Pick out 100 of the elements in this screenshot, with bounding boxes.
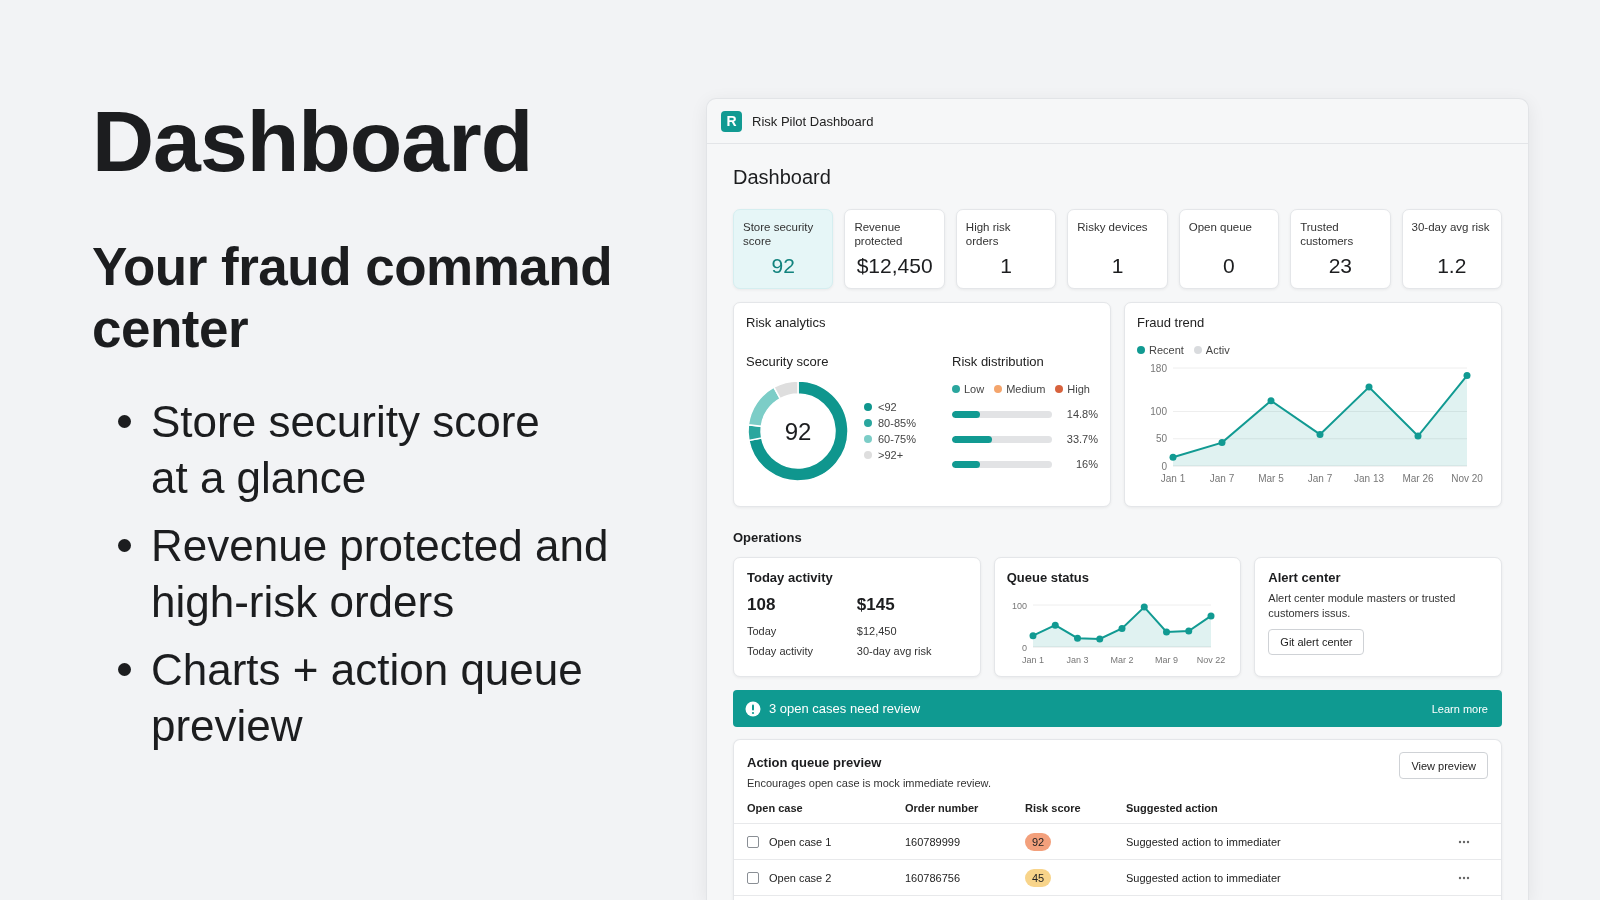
card-title: Today activity: [747, 570, 834, 585]
axis-label: 100: [1011, 600, 1027, 611]
axis-label: Mar 9: [1154, 655, 1178, 665]
alert-text: Alert center module masters or trusted customers issus.: [1268, 591, 1457, 621]
app-logo: R: [721, 110, 742, 132]
axis-label: Jan 1: [1160, 473, 1186, 484]
table-cell-text: Suggested action to immediater: [1126, 835, 1282, 848]
axis-label: Jan 7: [1209, 473, 1235, 484]
card-subtitle: Encourages open case is mock immediate review.: [747, 777, 991, 789]
kpi-label: Open queue: [1188, 220, 1253, 235]
table-cell: Open case 2: [769, 871, 832, 884]
axis-label: 0: [1161, 460, 1167, 472]
table-cell-text: Suggested action to immediater: [1126, 871, 1282, 884]
legend-label: High: [1067, 383, 1090, 395]
card-title: Action queue preview: [747, 755, 883, 770]
data-point: [1365, 383, 1373, 391]
kpi-label: Trusted customers: [1300, 220, 1355, 248]
axis-label: Jan 13: [1354, 473, 1384, 484]
card-title: Risk analytics: [746, 315, 827, 330]
row-checkbox[interactable]: [747, 835, 759, 848]
data-point: [1162, 628, 1170, 636]
view-preview-button[interactable]: View preview: [1399, 752, 1488, 779]
card-title: Alert center: [1268, 570, 1342, 585]
kpi-value: 1: [999, 254, 1013, 278]
axis-label: 0: [1021, 642, 1027, 653]
data-point: [1267, 397, 1275, 405]
legend-label: 60-75%: [878, 433, 916, 445]
score-value: 92: [784, 418, 812, 445]
slide-title: Dashboard: [92, 98, 534, 184]
bar-reading: 16%: [1074, 458, 1098, 470]
data-point: [1463, 372, 1471, 380]
stat-label: Today: [747, 624, 778, 639]
section-title: Risk distribution: [952, 354, 1045, 369]
axis-label: Jan 7: [1307, 473, 1333, 484]
table-cell-text: 160789999: [905, 835, 962, 848]
card-title: Queue status: [1006, 570, 1090, 585]
column-header: Order number: [905, 802, 980, 814]
table-cell: Open case 1: [769, 835, 832, 848]
stat-value: $145: [856, 595, 896, 615]
more-icon: [1458, 875, 1470, 880]
row-checkbox[interactable]: [747, 871, 759, 884]
data-point: [1140, 603, 1148, 611]
legend-label: Low: [964, 383, 985, 395]
data-point: [1029, 632, 1037, 640]
legend-label: Activ: [1205, 344, 1230, 356]
window-title: Risk Pilot Dashboard: [752, 113, 874, 129]
slide-subtitle: Your fraud command center: [92, 236, 614, 360]
axis-label: 180: [1150, 362, 1167, 374]
kpi-value: 1: [1110, 254, 1125, 278]
kpi-value: 0: [1222, 254, 1236, 278]
axis-label: Mar 5: [1258, 473, 1284, 484]
section-title: Security score: [746, 354, 830, 369]
stat-label: Today activity: [747, 644, 815, 659]
bar-reading: 33.7%: [1065, 433, 1098, 445]
kpi-value: 1.2: [1436, 254, 1468, 278]
alert-icon: [745, 700, 761, 717]
bullet-text: Charts + action queue preview: [151, 644, 583, 752]
kpi-label: 30-day avg risk: [1411, 220, 1491, 235]
risk-score-badge: 92: [1025, 832, 1052, 851]
kpi-label: High risk orders: [965, 220, 1012, 248]
kpi-value: 92: [770, 254, 796, 278]
bullet-icon: [118, 539, 131, 552]
kpi-value: 23: [1327, 254, 1354, 278]
column-header: Suggested action: [1126, 802, 1219, 814]
bullet-icon: [118, 663, 131, 676]
data-point: [1207, 612, 1215, 620]
data-point: [1218, 439, 1226, 447]
column-header: Open case: [747, 802, 804, 814]
page-heading: Dashboard: [733, 166, 832, 189]
bullet-text: Store security score at a glance: [151, 396, 540, 504]
axis-label: Mar 26: [1402, 473, 1434, 484]
legend-label: <92: [878, 401, 897, 413]
axis-label: Jan 1: [1021, 655, 1044, 665]
axis-label: Mar 2: [1110, 655, 1134, 665]
data-point: [1169, 453, 1177, 461]
axis-label: 50: [1155, 433, 1167, 445]
kpi-label: Store security score: [743, 220, 815, 248]
table-cell-text: 160786756: [905, 871, 962, 884]
stat-value: 108: [747, 595, 777, 615]
data-point: [1118, 625, 1126, 632]
stat-label: $12,450: [856, 624, 898, 639]
axis-label: Nov 22: [1196, 655, 1225, 665]
axis-label: Nov 20: [1451, 473, 1483, 484]
bullet-text: Revenue protected and high-risk orders: [151, 520, 609, 628]
kpi-label: Risky devices: [1077, 220, 1149, 235]
bullet-icon: [118, 415, 131, 428]
section-title: Operations: [733, 530, 803, 545]
data-point: [1073, 634, 1081, 642]
alert-center-button[interactable]: Git alert center: [1268, 629, 1365, 655]
banner-text: 3 open cases need review: [769, 701, 922, 716]
legend-label: Medium: [1006, 383, 1046, 395]
card-title: Fraud trend: [1137, 315, 1206, 330]
kpi-label: Revenue protected: [854, 220, 904, 248]
legend-label: 80-85%: [878, 417, 916, 429]
data-point: [1051, 621, 1059, 629]
axis-label: Jan 3: [1066, 655, 1089, 665]
bar-reading: 14.8%: [1065, 408, 1098, 420]
risk-score-badge: 45: [1025, 868, 1052, 887]
legend-label: Recent: [1149, 344, 1184, 356]
stat-label: 30-day avg risk: [856, 644, 933, 659]
